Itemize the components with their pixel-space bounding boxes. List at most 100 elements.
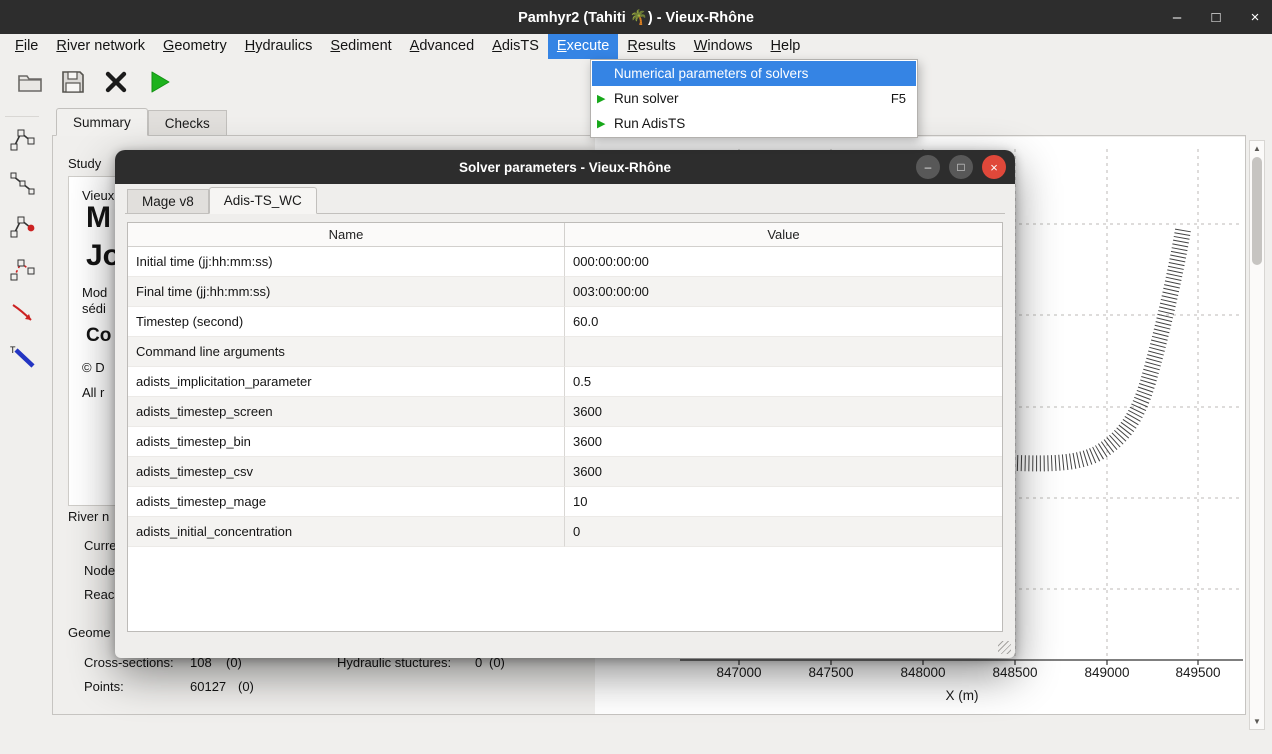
table-row: Final time (jj:hh:mm:ss) 003:00:00:00 xyxy=(128,277,1002,307)
geometry-group-title: Geome xyxy=(68,625,111,640)
menu-hydraulics[interactable]: Hydraulics xyxy=(236,34,322,59)
menu-results[interactable]: Results xyxy=(618,34,684,59)
river-row3-label: Reac xyxy=(84,587,114,602)
save-button[interactable] xyxy=(58,67,88,97)
dialog-tabbar: Mage v8 Adis-TS_WC xyxy=(127,187,317,214)
tab-adis-ts-wc[interactable]: Adis-TS_WC xyxy=(209,187,317,214)
param-name-cell: adists_initial_concentration xyxy=(128,517,565,547)
solver-parameters-table: Name Value Initial time (jj:hh:mm:ss) 00… xyxy=(127,222,1003,632)
table-row: adists_timestep_screen 3600 xyxy=(128,397,1002,427)
river-channel-ribbon xyxy=(1016,230,1183,463)
river-row2-label: Node xyxy=(84,563,115,578)
cross-section-icon[interactable] xyxy=(9,170,37,198)
study-heading-line1: M xyxy=(86,201,111,235)
window-titlebar[interactable]: Pamhyr2 (Tahiti 🌴) - Vieux-Rhône – □ × xyxy=(0,0,1272,34)
scrollbar-thumb[interactable] xyxy=(1252,157,1262,265)
study-text-line2: sédi xyxy=(82,301,106,316)
table-row: Command line arguments xyxy=(128,337,1002,367)
dialog-minimize-icon[interactable]: – xyxy=(916,155,940,179)
execute-dropdown-menu: Numerical parameters of solvers ▶ Run so… xyxy=(590,59,918,138)
menu-geometry[interactable]: Geometry xyxy=(154,34,236,59)
maximize-icon[interactable]: □ xyxy=(1207,9,1225,26)
table-row: adists_timestep_mage 10 xyxy=(128,487,1002,517)
play-icon xyxy=(145,68,173,96)
main-tabbar: Summary Checks xyxy=(56,108,227,136)
tab-mage-v8[interactable]: Mage v8 xyxy=(127,189,209,214)
river-network-icon[interactable] xyxy=(9,126,37,154)
delete-button[interactable] xyxy=(101,67,131,97)
param-value-cell[interactable]: 0.5 xyxy=(565,367,1002,397)
table-row: Timestep (second) 60.0 xyxy=(128,307,1002,337)
menubar: File River network Geometry Hydraulics S… xyxy=(0,34,1272,59)
dialog-close-icon[interactable]: × xyxy=(982,155,1006,179)
network-red-node-icon[interactable] xyxy=(9,213,37,241)
column-header-name[interactable]: Name xyxy=(128,223,565,246)
left-icon-sidebar: T xyxy=(0,110,48,750)
study-group-title: Study xyxy=(68,156,101,171)
param-name-cell: adists_timestep_mage xyxy=(128,487,565,517)
menu-windows[interactable]: Windows xyxy=(685,34,762,59)
scroll-up-icon[interactable]: ▲ xyxy=(1250,144,1264,153)
param-name-cell: adists_timestep_screen xyxy=(128,397,565,427)
tab-checks[interactable]: Checks xyxy=(148,110,227,136)
blue-tracer-icon[interactable]: T xyxy=(9,342,37,370)
param-value-cell[interactable]: 003:00:00:00 xyxy=(565,277,1002,307)
folder-icon xyxy=(16,68,44,96)
menu-item-run-solver[interactable]: ▶ Run solver F5 xyxy=(592,86,916,111)
param-value-cell[interactable]: 10 xyxy=(565,487,1002,517)
dialog-titlebar[interactable]: Solver parameters - Vieux-Rhône – □ × xyxy=(115,150,1015,184)
menu-sediment[interactable]: Sediment xyxy=(321,34,400,59)
menu-help[interactable]: Help xyxy=(762,34,810,59)
table-row: adists_initial_concentration 0 xyxy=(128,517,1002,547)
x-tick-label: 848500 xyxy=(992,665,1037,680)
menu-item-run-adists[interactable]: ▶ Run AdisTS xyxy=(592,111,916,136)
menu-execute[interactable]: Execute xyxy=(548,34,618,59)
param-value-cell[interactable]: 0 xyxy=(565,517,1002,547)
param-name-cell: adists_timestep_csv xyxy=(128,457,565,487)
points-label: Points: xyxy=(84,679,124,694)
window-title: Pamhyr2 (Tahiti 🌴) - Vieux-Rhône xyxy=(518,9,754,26)
menu-item-shortcut: F5 xyxy=(891,91,906,106)
run-button[interactable] xyxy=(144,67,174,97)
column-header-value[interactable]: Value xyxy=(565,223,1002,246)
x-axis-label: X (m) xyxy=(946,688,979,703)
menu-river-network[interactable]: River network xyxy=(47,34,154,59)
open-button[interactable] xyxy=(15,67,45,97)
network-dashed-red-icon[interactable] xyxy=(9,256,37,284)
x-tick-label: 847000 xyxy=(716,665,761,680)
menu-item-numerical-parameters[interactable]: Numerical parameters of solvers xyxy=(592,61,916,86)
vertical-scrollbar[interactable]: ▲ ▼ xyxy=(1249,140,1265,730)
dialog-maximize-icon[interactable]: □ xyxy=(949,155,973,179)
play-icon: ▶ xyxy=(597,117,614,130)
x-tick-label: 849000 xyxy=(1084,665,1129,680)
menu-file[interactable]: File xyxy=(6,34,47,59)
sidebar-divider xyxy=(5,116,39,117)
param-value-cell[interactable] xyxy=(565,337,1002,367)
param-name-cell: Timestep (second) xyxy=(128,307,565,337)
menu-adists[interactable]: AdisTS xyxy=(483,34,548,59)
param-value-cell[interactable]: 3600 xyxy=(565,457,1002,487)
menu-item-label: Numerical parameters of solvers xyxy=(614,66,808,81)
points-suffix: (0) xyxy=(238,679,254,694)
param-value-cell[interactable]: 3600 xyxy=(565,397,1002,427)
river-row1-label: Curre xyxy=(84,538,117,553)
close-icon[interactable]: × xyxy=(1246,9,1264,26)
menu-item-label: Run AdisTS xyxy=(614,116,685,131)
play-icon: ▶ xyxy=(597,92,614,105)
param-name-cell: Final time (jj:hh:mm:ss) xyxy=(128,277,565,307)
menu-advanced[interactable]: Advanced xyxy=(401,34,484,59)
minimize-icon[interactable]: – xyxy=(1168,9,1186,26)
tab-summary[interactable]: Summary xyxy=(56,108,148,136)
param-name-cell: adists_timestep_bin xyxy=(128,427,565,457)
points-value: 60127 xyxy=(190,679,226,694)
dialog-title: Solver parameters - Vieux-Rhône xyxy=(459,160,671,175)
floppy-icon xyxy=(59,68,87,96)
x-tick-label: 848000 xyxy=(900,665,945,680)
param-value-cell[interactable]: 3600 xyxy=(565,427,1002,457)
param-value-cell[interactable]: 000:00:00:00 xyxy=(565,247,1002,277)
dialog-resize-grip[interactable] xyxy=(998,641,1011,654)
param-value-cell[interactable]: 60.0 xyxy=(565,307,1002,337)
red-curve-icon[interactable] xyxy=(9,300,37,328)
scroll-down-icon[interactable]: ▼ xyxy=(1250,717,1264,726)
study-copyright-line: © D xyxy=(82,360,105,375)
